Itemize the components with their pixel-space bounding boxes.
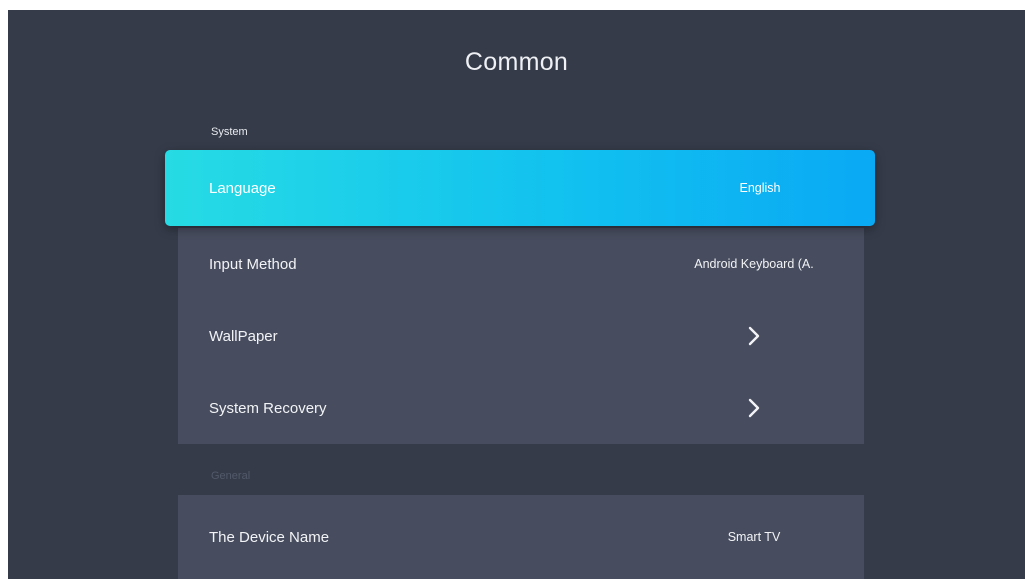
setting-value: English: [739, 181, 781, 195]
setting-value: Smart TV: [727, 530, 781, 544]
setting-label: Language: [209, 179, 276, 197]
setting-wallpaper[interactable]: WallPaper: [178, 300, 864, 372]
setting-label: System Recovery: [209, 399, 327, 417]
setting-value: Android Keyboard (A.: [694, 257, 814, 271]
page-title: Common: [464, 48, 569, 76]
chevron-right-icon: [748, 398, 760, 418]
setting-input-method[interactable]: Input Method Android Keyboard (A.: [178, 228, 864, 300]
setting-label: The Device Name: [209, 528, 330, 546]
setting-system-recovery[interactable]: System Recovery: [178, 372, 864, 444]
section-label-general: General: [211, 470, 251, 482]
settings-screen: Common System Input Method Android Keybo…: [8, 10, 1025, 579]
general-settings-panel: The Device Name Smart TV: [178, 495, 864, 579]
system-settings-panel: Input Method Android Keyboard (A. WallPa…: [178, 228, 864, 444]
setting-language-focused[interactable]: Language English: [165, 150, 875, 226]
chevron-right-icon: [748, 326, 760, 346]
setting-device-name[interactable]: The Device Name Smart TV: [178, 501, 864, 573]
setting-label: Input Method: [209, 255, 297, 273]
setting-label: WallPaper: [209, 327, 278, 345]
section-label-system: System: [211, 126, 248, 138]
